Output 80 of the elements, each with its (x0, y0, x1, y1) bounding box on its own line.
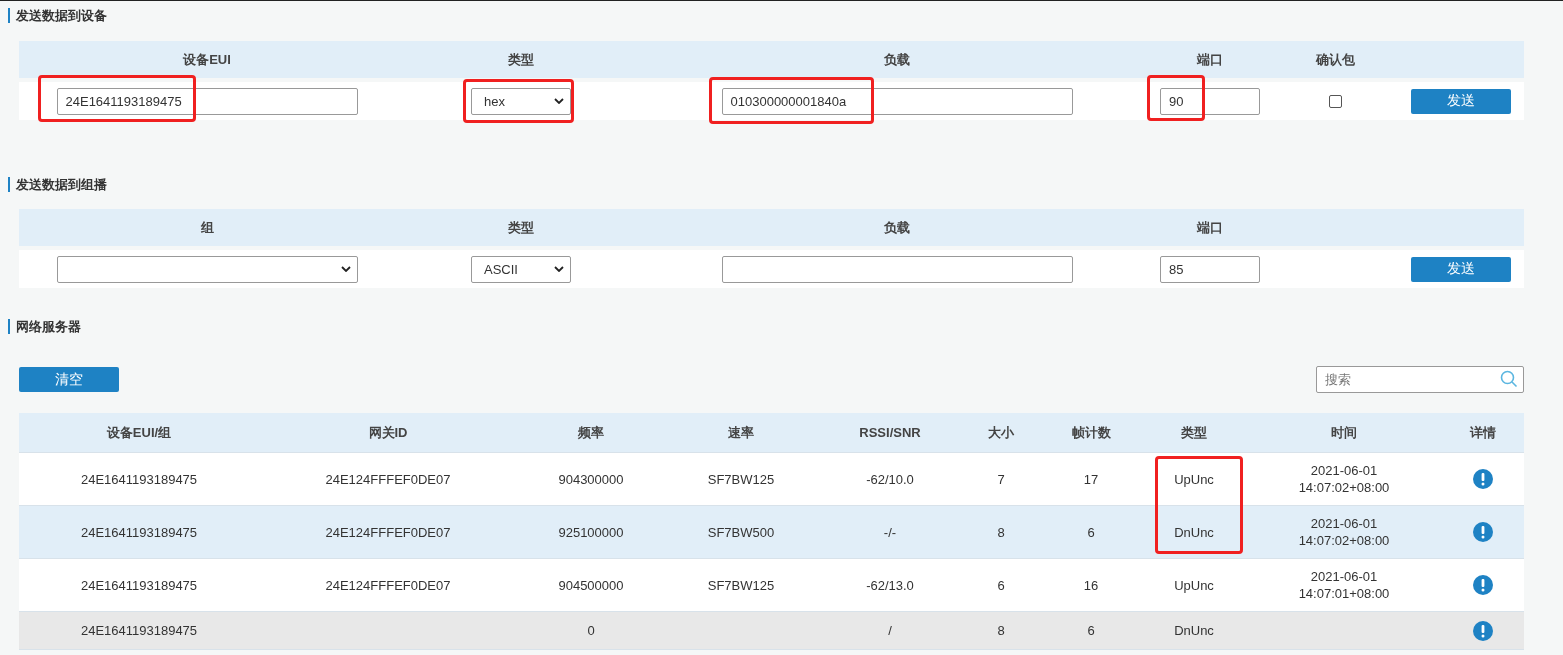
column-header: 大小 (987, 423, 1015, 442)
table-cell: 16 (1083, 576, 1099, 594)
port-field[interactable]: 90 (1160, 87, 1260, 115)
table-cell: 2021-06-01 14:07:02+08:00 (1298, 462, 1390, 496)
table-cell: 0 (587, 622, 595, 639)
confirm-checkbox[interactable] (1329, 94, 1342, 108)
type-dropdown[interactable]: ASCII (471, 255, 571, 283)
column-header: 设备EUI/组 (105, 423, 173, 442)
caret-icon (554, 266, 564, 272)
exclamation-icon[interactable] (1473, 522, 1493, 542)
table-cell: 24E124FFFEF0DE07 (325, 523, 451, 541)
caret-icon (554, 98, 564, 104)
column-header: 频率 (577, 423, 605, 442)
table-cell: 24E124FFFEF0DE07 (325, 470, 451, 488)
column-header: 确认包 (1314, 50, 1356, 69)
table-cell: / (888, 622, 892, 639)
table-cell: -62/10.0 (866, 470, 914, 488)
table-cell: SF7BW500 (707, 523, 775, 541)
column-header: 时间 (1330, 423, 1358, 442)
table-cell: 6 (1087, 523, 1095, 541)
caret-icon (340, 266, 351, 272)
table-cell: SF7BW125 (707, 576, 775, 594)
payload-field[interactable] (721, 255, 1073, 283)
type-dropdown[interactable]: hex (471, 87, 571, 115)
table-cell: 6 (1087, 622, 1095, 639)
section-title: 网络服务器 (8, 319, 81, 334)
table-cell: 7 (997, 470, 1005, 488)
table-cell: 24E1641193189475 (80, 576, 198, 594)
section-title: 发送数据到设备 (8, 8, 107, 23)
table-cell: 6 (997, 576, 1005, 594)
table-row[interactable]: 24E1641193189475 0 / 8 6 DnUnc (19, 612, 1524, 650)
table-row[interactable]: 24E1641193189475 24E124FFFEF0DE07 904300000 SF7BW125 -62/10.0 7 17 UpUnc 2021-06-01 14:07:02+08:00 (19, 453, 1524, 506)
table-cell: 925100000 (558, 523, 624, 541)
table-cell: 8 (997, 622, 1005, 639)
table-cell: DnUnc (1174, 523, 1214, 541)
table-cell: 904300000 (558, 470, 624, 488)
column-header: 速率 (727, 423, 755, 442)
table-cell: 2021-06-01 14:07:01+08:00 (1298, 568, 1390, 602)
clear-button[interactable]: 清空 (19, 367, 119, 392)
search-icon[interactable] (1500, 370, 1518, 388)
column-header: 设备EUI (182, 50, 232, 69)
table-cell: 17 (1083, 470, 1099, 488)
table-cell: 2021-06-01 14:07:02+08:00 (1298, 515, 1390, 549)
search-field[interactable]: 搜索 (1316, 366, 1524, 393)
column-header: 网关ID (367, 423, 409, 442)
table-cell: 24E124FFFEF0DE07 (325, 576, 451, 594)
table-row[interactable]: 24E1641193189475 24E124FFFEF0DE07 925100000 SF7BW500 -/- 8 6 DnUnc 2021-06-01 14:07:02+08:00 (19, 506, 1524, 559)
table-cell: -62/13.0 (866, 576, 914, 594)
table-cell: 24E1641193189475 (80, 622, 198, 639)
table-cell: -/- (883, 523, 897, 541)
column-header: 详情 (1468, 423, 1497, 442)
group-dropdown[interactable] (56, 255, 358, 283)
table-cell: DnUnc (1174, 622, 1214, 639)
send-button[interactable]: 发送 (1411, 88, 1511, 114)
column-header: 负载 (883, 218, 911, 237)
table-cell: 24E1641193189475 (80, 470, 198, 488)
column-header: 组 (199, 218, 215, 237)
exclamation-icon[interactable] (1473, 469, 1493, 489)
column-header: 端口 (1195, 50, 1224, 69)
exclamation-icon[interactable] (1473, 620, 1493, 641)
table-cell: 24E1641193189475 (80, 523, 198, 541)
column-header: 帧计数 (1070, 423, 1112, 442)
table-row[interactable]: 24E1641193189475 24E124FFFEF0DE07 904500000 SF7BW125 -62/13.0 6 16 UpUnc 2021-06-01 14:07:01+08:00 (19, 559, 1524, 612)
table-cell: UpUnc (1174, 576, 1214, 594)
column-header: 类型 (507, 218, 535, 237)
table-cell: 904500000 (558, 576, 624, 594)
port-field[interactable]: 85 (1160, 255, 1260, 283)
table-cell: UpUnc (1174, 470, 1214, 488)
table-cell: 8 (997, 523, 1005, 541)
column-header: 类型 (1180, 423, 1208, 442)
payload-field[interactable]: 010300000001840a (721, 87, 1073, 115)
send-button[interactable]: 发送 (1411, 256, 1511, 282)
column-header: 类型 (507, 50, 535, 69)
eui-field[interactable]: 24E1641193189475 (56, 87, 358, 115)
column-header: 端口 (1195, 218, 1224, 237)
section-title: 发送数据到组播 (8, 177, 107, 192)
table-cell: SF7BW125 (707, 470, 775, 488)
exclamation-icon[interactable] (1473, 575, 1493, 595)
column-header: RSSI/SNR (858, 425, 922, 440)
column-header: 负载 (883, 50, 911, 69)
